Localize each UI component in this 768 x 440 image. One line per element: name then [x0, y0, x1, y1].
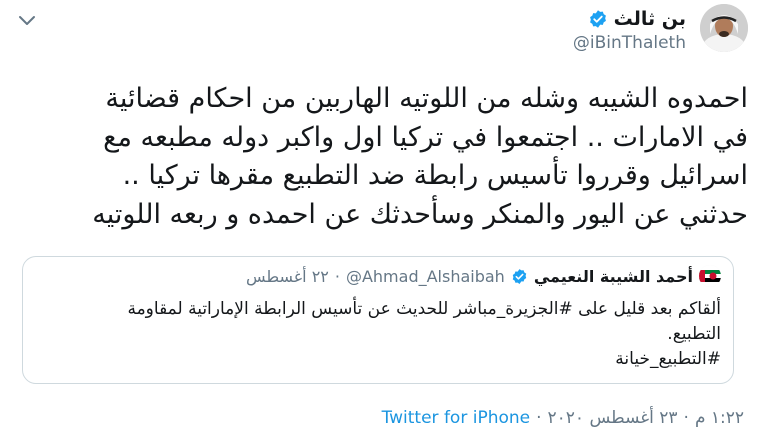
- display-name[interactable]: بن ثالث: [614, 8, 686, 30]
- quoted-text-line: #التطبيع_خيانة: [615, 349, 721, 369]
- tweet-text: احمدوه الشيبه وشله من اللوتيه الهاربين م…: [24, 80, 748, 234]
- verified-badge-icon: [588, 9, 608, 29]
- separator-dot: ·: [334, 266, 340, 286]
- tweet-text-line: اسرائيل وقرروا تأسيس رابطة ضد التطبيع مق…: [122, 160, 748, 191]
- tweet-text-line: احمدوه الشيبه وشله من اللوتيه الهاربين م…: [105, 83, 748, 114]
- author-name-row[interactable]: بن ثالث: [588, 6, 686, 32]
- separator-dot: ·: [683, 408, 689, 428]
- quoted-display-name[interactable]: أحمد الشيبة النعيمي: [534, 267, 693, 286]
- verified-badge-icon: [511, 268, 528, 285]
- quoted-date[interactable]: ٢٢ أغسطس: [246, 267, 329, 286]
- quoted-tweet-text: ألقاكم بعد قليل على #الجزيرة_مباشر للحدي…: [39, 297, 721, 372]
- chevron-down-icon[interactable]: [14, 12, 40, 32]
- quoted-handle[interactable]: @Ahmad_Alshaibah: [346, 267, 505, 286]
- quoted-tweet[interactable]: أحمد الشيبة النعيمي @Ahmad_Alshaibah · ٢…: [22, 256, 734, 384]
- tweet-date[interactable]: ٢٣ أغسطس ٢٠٢٠: [548, 408, 678, 428]
- tweet-text-line: حدثني عن اليور والمنكر وسأحدثك عن احمده …: [92, 198, 748, 230]
- separator-dot: ·: [536, 408, 542, 428]
- quoted-text-line: ألقاكم بعد قليل على #الجزيرة_مباشر للحدي…: [127, 299, 721, 319]
- quoted-text-line: التطبيع.: [667, 324, 721, 344]
- avatar[interactable]: [700, 4, 748, 52]
- tweet-text-line: في الامارات .. اجتمعوا في تركيا اول واكب…: [103, 121, 748, 153]
- author-handle[interactable]: @iBinThaleth: [573, 33, 686, 53]
- tweet-source-link[interactable]: Twitter for iPhone: [382, 408, 531, 428]
- quoted-avatar: [699, 265, 721, 287]
- tweet-time[interactable]: ١:٢٢ م: [695, 408, 744, 428]
- tweet-metadata: ١:٢٢ م · ٢٣ أغسطس ٢٠٢٠ · Twitter for iPh…: [382, 407, 744, 429]
- quoted-tweet-header: أحمد الشيبة النعيمي @Ahmad_Alshaibah · ٢…: [246, 264, 721, 288]
